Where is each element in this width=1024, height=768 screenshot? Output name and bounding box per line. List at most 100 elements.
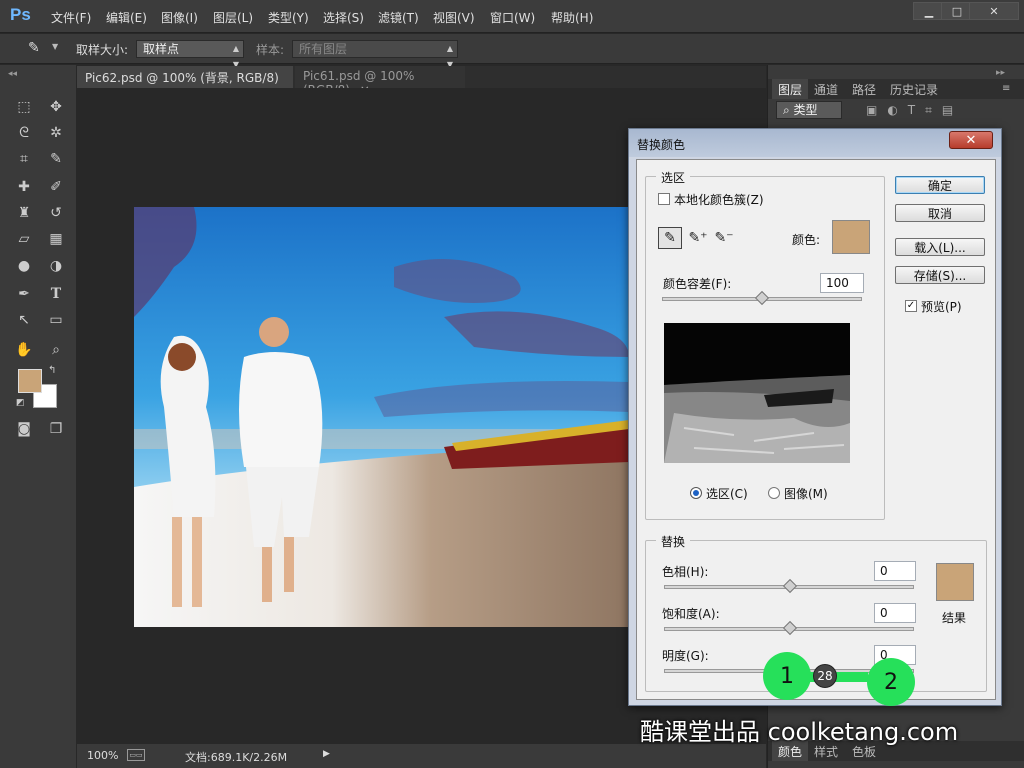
saturation-input[interactable]: 0 — [874, 603, 916, 623]
healing-brush-tool-icon[interactable]: ✚ — [13, 176, 35, 198]
tab-paths[interactable]: 路径 — [846, 79, 882, 99]
lightness-label: 明度(G): — [662, 649, 709, 663]
saturation-label: 饱和度(A): — [662, 607, 720, 621]
tool-preset-chevron-icon[interactable]: ▼ — [52, 42, 58, 51]
menu-type[interactable]: 类型(Y) — [268, 9, 309, 26]
document-info: 文档:689.1K/2.26M — [185, 751, 288, 764]
zoom-level[interactable]: 100% — [87, 749, 118, 762]
fuzziness-label: 颜色容差(F): — [663, 277, 732, 291]
eyedropper-plus-icon[interactable]: ✎⁺ — [686, 227, 710, 249]
eyedropper-minus-icon[interactable]: ✎⁻ — [712, 227, 736, 249]
document-image[interactable] — [134, 207, 629, 627]
tab-pic62[interactable]: Pic62.psd @ 100% (背景, RGB/8) * × — [77, 66, 293, 100]
marquee-tool-icon[interactable]: ⬚ — [13, 96, 35, 118]
hue-slider[interactable] — [664, 578, 914, 594]
preview-checkbox[interactable]: ✓ — [905, 300, 917, 312]
panel-collapse-icon[interactable]: ▸▸ — [996, 68, 1005, 78]
tools-panel: ◂◂ ⬚ ✥ ᘓ ✲ ⌗ ✎ ✚ ✐ ♜ ↺ ▱ ▦ ● ◑ ✒ T ↖ ▭ ✋… — [0, 65, 76, 768]
dialog-body: 选区 本地化颜色簇(Z) ✎ ✎⁺ ✎⁻ 颜色: 颜色容差(F): 100 选区… — [636, 159, 996, 700]
hand-tool-icon[interactable]: ✋ — [13, 339, 35, 361]
eyedropper-icon[interactable]: ✎ — [658, 227, 682, 249]
selection-radio[interactable] — [690, 487, 702, 499]
layer-filter-select[interactable]: ⌕ 类型 — [776, 101, 842, 119]
selection-preview[interactable] — [664, 323, 850, 463]
hue-label: 色相(H): — [662, 565, 709, 579]
preview-label: 预览(P) — [921, 300, 962, 314]
menu-help[interactable]: 帮助(H) — [551, 9, 593, 26]
ok-button[interactable]: 确定 — [895, 176, 985, 194]
eyedropper-tool-icon[interactable]: ✎ — [28, 40, 40, 56]
eraser-tool-icon[interactable]: ▱ — [13, 228, 35, 250]
menu-file[interactable]: 文件(F) — [51, 9, 91, 26]
sample-size-select[interactable]: 取样点 ▲ ▼ — [136, 40, 244, 69]
menu-image[interactable]: 图像(I) — [161, 9, 198, 26]
rectangle-tool-icon[interactable]: ▭ — [45, 309, 67, 331]
blur-tool-icon[interactable]: ● — [13, 255, 35, 277]
menu-view[interactable]: 视图(V) — [433, 9, 475, 26]
crop-tool-icon[interactable]: ⌗ — [13, 148, 35, 170]
screen-mode-icon[interactable]: ❐ — [45, 418, 67, 440]
options-bar: ✎ ▼ 取样大小: 取样点 ▲ ▼ 样本: 所有图层 ▲ ▼ — [0, 34, 1024, 69]
magic-wand-tool-icon[interactable]: ✲ — [45, 122, 67, 144]
history-brush-tool-icon[interactable]: ↺ — [45, 202, 67, 224]
search-icon: ⌕ — [783, 103, 794, 117]
swap-colors-icon[interactable]: ↰ — [48, 365, 56, 376]
menu-select[interactable]: 选择(S) — [323, 9, 364, 26]
panel-menu-icon[interactable]: ≡ — [1002, 83, 1010, 94]
document-tabs: Pic62.psd @ 100% (背景, RGB/8) * × Pic61.p… — [77, 66, 766, 100]
tab-layers[interactable]: 图层 — [772, 79, 809, 99]
lasso-tool-icon[interactable]: ᘓ — [13, 122, 35, 144]
cancel-button[interactable]: 取消 — [895, 204, 985, 222]
default-colors-icon[interactable]: ◩ — [16, 398, 25, 408]
fuzziness-slider-thumb[interactable] — [754, 290, 770, 306]
layer-filter-icons[interactable]: ▣◐T⌗▤ — [866, 103, 963, 118]
gradient-tool-icon[interactable]: ▦ — [45, 228, 67, 250]
hue-input[interactable]: 0 — [874, 561, 916, 581]
selection-group-title: 选区 — [656, 169, 691, 186]
eyedropper-tool-icon[interactable]: ✎ — [45, 148, 67, 170]
collapse-arrows-icon[interactable]: ◂◂ — [8, 69, 17, 79]
menu-layer[interactable]: 图层(L) — [213, 9, 253, 26]
zoom-tool-icon[interactable]: ⌕ — [45, 339, 67, 361]
menu-edit[interactable]: 编辑(E) — [106, 9, 147, 26]
type-tool-icon[interactable]: T — [45, 283, 67, 305]
localized-clusters-checkbox[interactable] — [658, 193, 670, 205]
menu-bar: Ps 文件(F) 编辑(E) 图像(I) 图层(L) 类型(Y) 选择(S) 滤… — [0, 0, 1024, 33]
fuzziness-slider[interactable] — [662, 290, 862, 306]
tab-channels[interactable]: 通道 — [808, 79, 844, 99]
dialog-close-button[interactable]: ✕ — [949, 131, 993, 149]
dodge-tool-icon[interactable]: ◑ — [45, 255, 67, 277]
tab-history[interactable]: 历史记录 — [884, 79, 944, 99]
menu-filter[interactable]: 滤镜(T) — [378, 9, 419, 26]
close-window-button[interactable]: ✕ — [969, 2, 1019, 20]
filter-type-value: 类型 — [793, 103, 818, 117]
quick-mask-icon[interactable]: ◙ — [13, 418, 35, 440]
hue-slider-thumb[interactable] — [782, 578, 798, 594]
brush-tool-icon[interactable]: ✐ — [45, 176, 67, 198]
saturation-slider-thumb[interactable] — [782, 620, 798, 636]
save-button[interactable]: 存储(S)... — [895, 266, 985, 284]
watermark-text: 酷课堂出品 coolketang.com — [640, 718, 959, 746]
tab-pic61[interactable]: Pic61.psd @ 100%(RGB/8) × — [295, 66, 465, 97]
clone-stamp-tool-icon[interactable]: ♜ — [13, 202, 35, 224]
dialog-titlebar[interactable]: 替换颜色 — [629, 129, 1001, 157]
pen-tool-icon[interactable]: ✒ — [13, 283, 35, 305]
sample-select[interactable]: 所有图层 ▲ ▼ — [292, 40, 458, 69]
tutorial-step-2-marker: 2 — [867, 658, 915, 706]
sample-value: 所有图层 — [299, 42, 348, 56]
status-menu-arrow-icon[interactable]: ▶ — [323, 749, 330, 759]
load-button[interactable]: 载入(L)... — [895, 238, 985, 256]
image-radio[interactable] — [768, 487, 780, 499]
panel-tabbar: 图层 通道 路径 历史记录 ≡ — [768, 79, 1024, 99]
path-selection-tool-icon[interactable]: ↖ — [13, 309, 35, 331]
foreground-color-swatch[interactable] — [18, 369, 42, 393]
move-tool-icon[interactable]: ✥ — [45, 96, 67, 118]
fuzziness-input[interactable]: 100 — [820, 273, 864, 293]
sample-size-label: 取样大小: — [76, 43, 129, 57]
saturation-slider[interactable] — [664, 620, 914, 636]
menu-window[interactable]: 窗口(W) — [490, 9, 535, 26]
zoom-preview-icon[interactable]: ▭▭ — [127, 749, 145, 761]
selection-color-swatch[interactable] — [832, 220, 870, 254]
replace-color-dialog: 替换颜色 ✕ 选区 本地化颜色簇(Z) ✎ ✎⁺ ✎⁻ 颜色: 颜色容差(F):… — [628, 128, 1002, 706]
result-color-swatch[interactable] — [936, 563, 974, 601]
